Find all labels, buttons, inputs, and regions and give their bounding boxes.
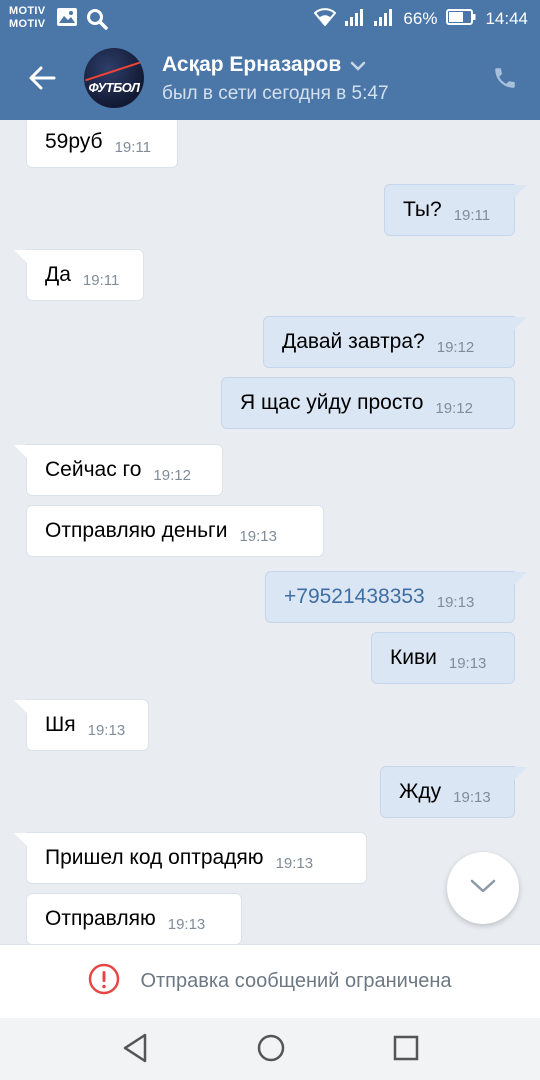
message-list[interactable]: 59руб 19:11 Ты? 19:11 Да 19:11 Давай зав… [0,120,540,944]
avatar-logo-text: ФУТБОЛ [88,80,140,95]
bubble-tail [14,250,28,264]
message-outgoing[interactable]: Жду 19:13 [380,766,527,818]
contact-name-row[interactable]: Асқар Ерназаров [162,53,366,77]
message-text: Пришел код оптрадяю [45,846,264,869]
message-text: Давай завтра? [282,330,425,353]
carrier-label: MOTIV MOTIV [9,5,45,31]
message-time: 19:11 [82,271,120,289]
message-outgoing[interactable]: Давай завтра? 19:12 [263,316,527,368]
signal-icon-1 [345,8,365,31]
message-text: Жду [399,780,442,803]
alert-icon [88,963,120,1000]
bubble-tail [14,445,28,459]
carrier-line-1: MOTIV [9,5,46,17]
nav-recents-icon[interactable] [392,1032,420,1069]
message-time: 19:13 [275,854,314,872]
message-incoming[interactable]: Шя 19:13 [14,699,149,751]
message-time: 19:12 [436,338,475,356]
message-time: 19:13 [453,788,491,806]
contact-name: Асқар Ерназаров [162,53,342,76]
message-outgoing[interactable]: Я щас уйду просто 19:12 [221,377,515,429]
nav-back-icon[interactable] [121,1032,149,1069]
message-time: 19:11 [453,206,491,224]
message-text: Сейчас го [45,458,142,481]
message-time: 19:11 [114,138,152,156]
phone-call-icon[interactable] [492,65,518,96]
chevron-down-icon [350,53,366,77]
message-incoming[interactable]: Сейчас го 19:12 [14,444,223,496]
message-outgoing[interactable]: +79521438353 19:13 [265,571,527,623]
message-incoming[interactable]: Да 19:11 [14,249,144,301]
message-time: 19:13 [87,721,126,739]
message-incoming[interactable]: Отправляю 19:13 [26,893,242,944]
messaging-restricted-bar: Отправка сообщений ограничена [0,944,540,1018]
gallery-icon [57,8,77,31]
message-text: Киви [390,646,437,669]
scroll-to-bottom-button[interactable] [447,852,519,924]
bubble-tail [513,185,527,199]
back-arrow-icon[interactable] [28,64,56,97]
phone-number-link[interactable]: +79521438353 [284,585,425,609]
message-time: 19:13 [239,527,277,545]
message-incoming[interactable]: Пришел код оптрадяю 19:13 [14,832,367,884]
message-text: Отправляю деньги [45,519,228,542]
bubble-tail [513,317,527,331]
message-time: 19:12 [435,399,473,417]
navigation-bar [0,1018,540,1080]
message-text: Я щас уйду просто [240,391,424,414]
carrier-line-2: MOTIV [9,18,46,30]
message-time: 19:13 [436,593,475,611]
avatar-stripe [85,60,143,82]
bubble-tail [14,700,28,714]
message-incoming[interactable]: 59руб 19:11 [26,120,178,168]
chat-header: ФУТБОЛ Асқар Ерназаров был в сети сегодн… [0,38,540,120]
message-text: Ты? [403,198,442,221]
battery-percent: 66% [403,9,438,28]
last-seen-status: был в сети сегодня в 5:47 [162,83,389,104]
search-icon [86,8,108,35]
message-time: 19:13 [167,915,206,933]
status-bar: MOTIV MOTIV 66% 14:44 [0,0,540,38]
avatar[interactable]: ФУТБОЛ [84,48,144,108]
message-incoming[interactable]: Отправляю деньги 19:13 [26,505,324,557]
message-text: 59руб [45,130,103,153]
battery-icon [446,8,476,30]
wifi-icon [314,7,337,31]
nav-home-icon[interactable] [256,1032,286,1069]
message-outgoing[interactable]: Киви 19:13 [371,632,515,684]
message-text: Да [45,263,71,286]
message-time: 19:12 [153,466,191,484]
bubble-tail [14,833,28,847]
signal-icon-2 [374,8,394,31]
clock: 14:44 [485,9,528,28]
message-text: Отправляю [45,907,156,930]
bubble-tail [513,767,527,781]
message-outgoing[interactable]: Ты? 19:11 [384,184,527,236]
chevron-down-icon [469,878,497,899]
message-text: Шя [45,713,76,736]
message-time: 19:13 [448,654,487,672]
bubble-tail [513,572,527,586]
restricted-text: Отправка сообщений ограничена [140,970,452,992]
